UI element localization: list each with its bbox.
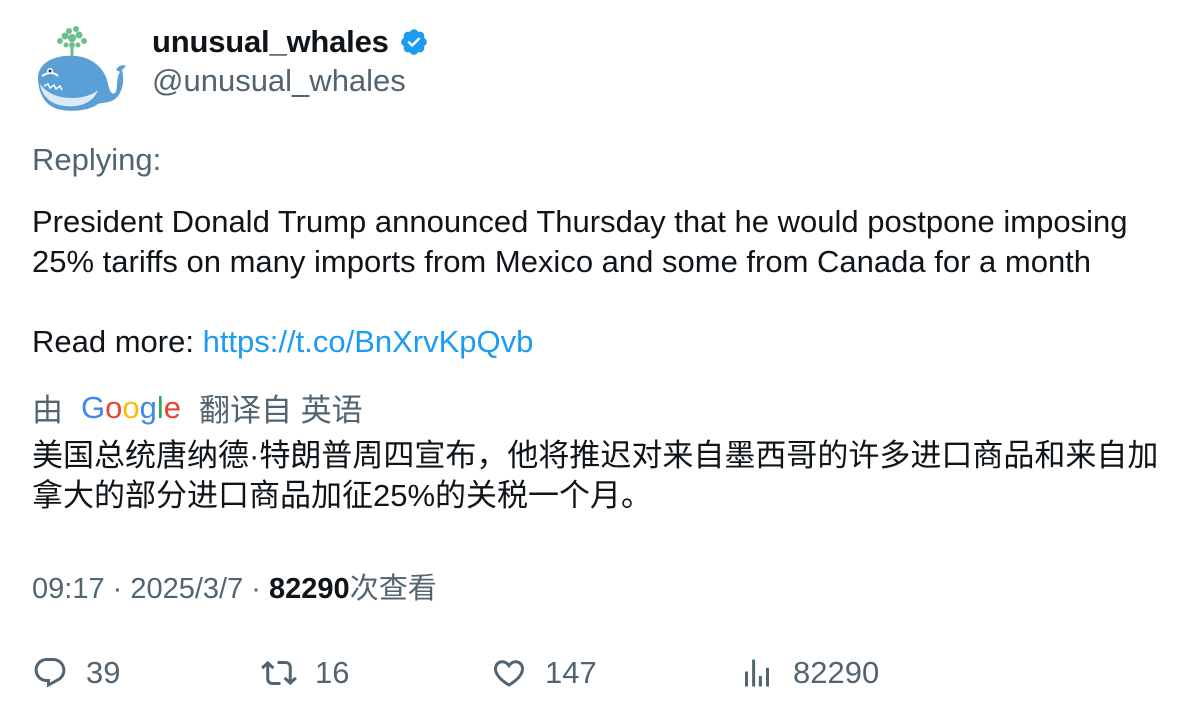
tweet-text: President Donald Trump announced Thursda… <box>32 204 1128 279</box>
views-count: 82290 <box>269 573 350 605</box>
read-more-line: Read more: https://t.co/BnXrvKpQvb <box>32 322 533 362</box>
whale-icon <box>38 26 126 111</box>
author-display-name[interactable]: unusual_whales <box>152 24 389 60</box>
tweet-link[interactable]: https://t.co/BnXrvKpQvb <box>203 324 534 359</box>
author-name-row: unusual_whales <box>152 22 429 62</box>
svg-text:Google: Google <box>81 390 181 425</box>
retweet-count: 16 <box>315 655 350 690</box>
views-button[interactable]: 82290 <box>739 650 879 696</box>
google-logo-icon: Google <box>81 390 181 425</box>
tweet-time[interactable]: 09:17 <box>32 573 105 605</box>
avatar[interactable] <box>32 26 126 114</box>
translation-suffix: 翻译自 英语 <box>199 392 363 428</box>
read-more-label: Read more: <box>32 324 203 359</box>
translated-text: 美国总统唐纳德·特朗普周四宣布，他将推迟对来自墨西哥的许多进口商品和来自加拿大的… <box>32 438 1159 513</box>
author-handle[interactable]: @unusual_whales <box>152 63 406 99</box>
retweet-button[interactable]: 16 <box>261 650 349 696</box>
tweet-date[interactable]: 2025/3/7 <box>130 573 243 605</box>
like-count: 147 <box>545 655 597 690</box>
reply-icon <box>34 658 66 688</box>
retweet-icon <box>261 660 297 686</box>
views-action-count: 82290 <box>793 655 880 690</box>
heart-icon <box>493 660 525 687</box>
reply-count: 39 <box>86 655 121 690</box>
action-bar: 39 16 147 82290 <box>0 650 1196 696</box>
views-label: 次查看 <box>349 573 437 605</box>
reply-button[interactable]: 39 <box>32 650 120 696</box>
tweet-meta: 09:17 · 2025/3/7 · 82290次查看 <box>32 565 437 607</box>
verified-badge-icon <box>399 27 429 57</box>
translation-prefix: 由 <box>32 392 63 428</box>
replying-label: Replying: <box>32 142 162 177</box>
translation-attribution[interactable]: 由 Google 翻译自 英语 <box>32 387 363 428</box>
meta-separator: · <box>104 573 131 605</box>
analytics-icon <box>745 659 769 687</box>
like-button[interactable]: 147 <box>491 650 597 696</box>
meta-separator-2: · <box>243 573 270 605</box>
